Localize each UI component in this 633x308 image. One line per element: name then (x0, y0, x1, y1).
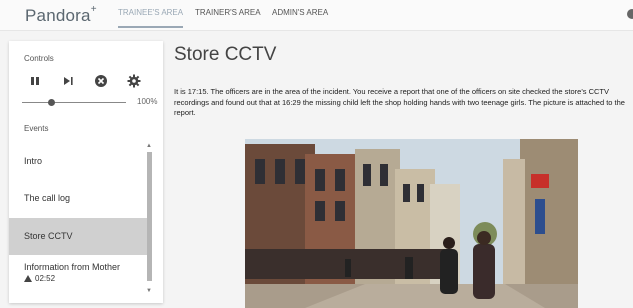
pause-icon[interactable] (28, 74, 42, 88)
skip-next-icon[interactable] (61, 74, 75, 88)
top-bar: Pandora+ TRAINEE'S AREA TRAINER'S AREA A… (0, 0, 633, 31)
tab-admins-area[interactable]: ADMIN'S AREA (272, 0, 328, 30)
cctv-image (245, 139, 578, 308)
event-item-store-cctv[interactable]: Store CCTV (9, 218, 148, 255)
logo-mark: + (90, 4, 97, 16)
account-icon[interactable] (627, 9, 633, 19)
stop-icon[interactable] (94, 74, 108, 88)
tab-trainers-area[interactable]: TRAINER'S AREA (195, 0, 261, 30)
report-text: It is 17:15. The officers are in the are… (174, 87, 625, 117)
scroll-down-icon[interactable]: ▼ (146, 288, 152, 294)
warning-icon (24, 275, 32, 282)
events-heading: Events (24, 124, 49, 133)
speed-value: 100% (137, 97, 158, 106)
event-item-call-log[interactable]: The call log (9, 180, 148, 217)
speed-slider-track[interactable] (22, 102, 126, 103)
page-title: Store CCTV (174, 44, 277, 65)
scroll-up-icon[interactable]: ▲ (146, 143, 152, 149)
logo-text: Pandora (25, 6, 91, 25)
app-logo[interactable]: Pandora+ (25, 4, 97, 26)
event-item-intro[interactable]: Intro (9, 143, 148, 179)
controls-heading: Controls (24, 54, 54, 63)
tab-trainees-area[interactable]: TRAINEE'S AREA (118, 0, 184, 28)
events-scrollbar[interactable]: ▲ ▼ (146, 143, 153, 294)
event-time: 02:52 (24, 274, 55, 283)
event-item-information-from-mother[interactable]: Information from Mother 02:52 (9, 256, 148, 292)
gear-icon[interactable] (127, 74, 141, 88)
scrollbar-thumb[interactable] (147, 152, 152, 281)
